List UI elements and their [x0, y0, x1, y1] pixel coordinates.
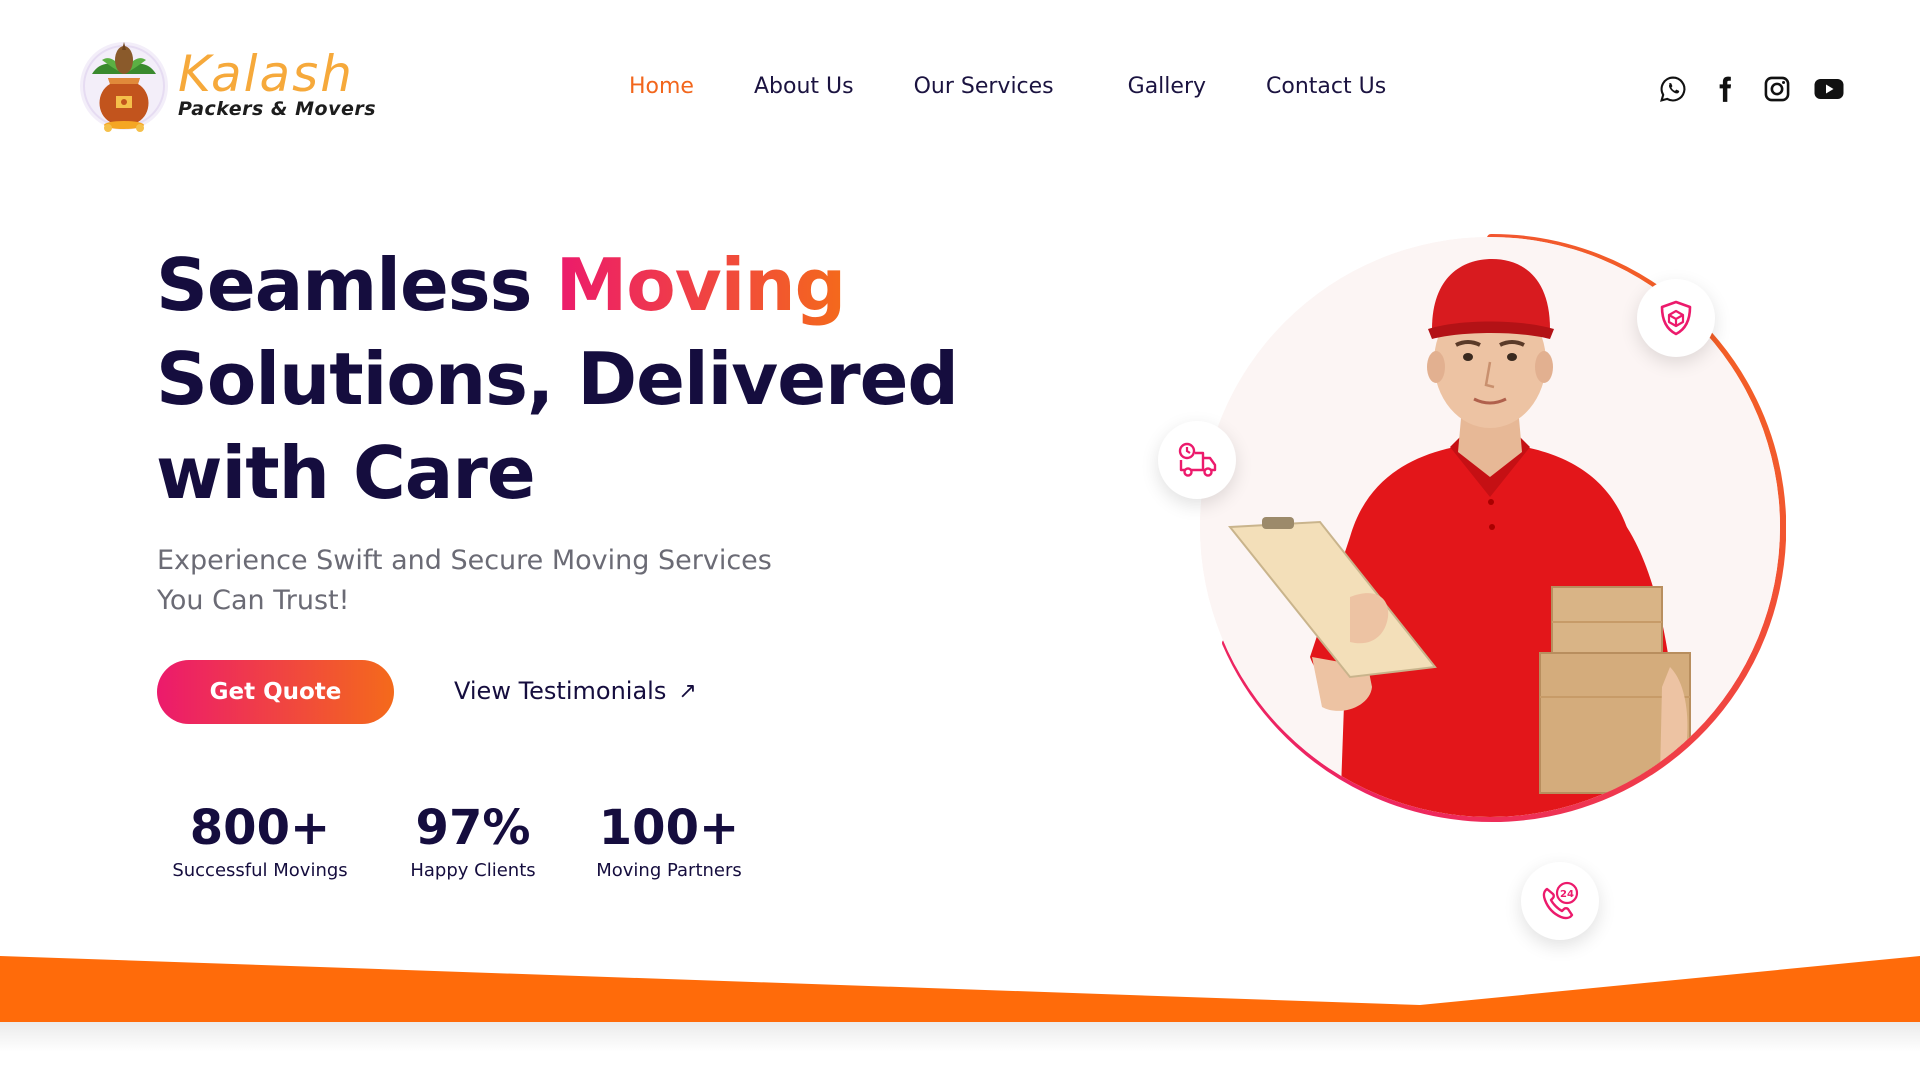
hero-subtitle-line1: Experience Swift and Secure Moving Servi…: [157, 545, 772, 576]
stat-label: Happy Clients: [410, 860, 536, 881]
nav-contact-us[interactable]: Contact Us: [1266, 74, 1386, 99]
nav-gallery[interactable]: Gallery: [1128, 74, 1206, 99]
social-links: [1658, 74, 1866, 104]
stat-label: Moving Partners: [596, 860, 742, 881]
brand-name: Kalash: [178, 45, 354, 103]
nav-our-services[interactable]: Our Services: [914, 74, 1054, 99]
hero-subtitle-line2: You Can Trust!: [157, 585, 350, 616]
stat-value: 100+: [598, 800, 740, 856]
kalash-pot-icon: [78, 30, 174, 138]
youtube-icon[interactable]: [1814, 74, 1844, 104]
view-testimonials-link[interactable]: View Testimonials ↗: [454, 677, 697, 705]
hero-title-highlight: Moving: [555, 243, 847, 327]
svg-text:24: 24: [1560, 889, 1574, 900]
nav-about-us[interactable]: About Us: [754, 74, 854, 99]
shield-box-icon: [1637, 279, 1715, 357]
view-testimonials-label: View Testimonials: [454, 677, 667, 705]
stat-moving-partners: 100+ Moving Partners: [579, 796, 759, 881]
hero-title-part1: Seamless: [156, 243, 556, 327]
support-24-icon: 24: [1521, 862, 1599, 940]
delivery-truck-icon: [1158, 421, 1236, 499]
arrow-up-right-icon: ↗: [678, 678, 697, 704]
instagram-icon[interactable]: [1762, 74, 1792, 104]
get-quote-button[interactable]: Get Quote: [157, 660, 394, 724]
hero-title-line2: Solutions, Delivered: [156, 337, 959, 421]
brand-logo[interactable]: Kalash Packers & Movers: [78, 30, 376, 138]
hero-title: Seamless Moving Solutions, Delivered wit…: [156, 238, 959, 520]
site-header: Kalash Packers & Movers Home About Us Ou…: [0, 0, 1920, 180]
main-nav: Home About Us Our Services Gallery Conta…: [629, 74, 1446, 99]
hero-subtitle: Experience Swift and Secure Moving Servi…: [157, 541, 837, 621]
nav-home[interactable]: Home: [629, 74, 694, 99]
facebook-icon[interactable]: [1710, 74, 1740, 104]
hero-title-line3: with Care: [156, 431, 536, 515]
stat-successful-movings: 800+ Successful Movings: [160, 796, 360, 881]
bottom-wave-divider: [0, 956, 1920, 1052]
stat-label: Successful Movings: [172, 860, 348, 881]
stat-happy-clients: 97% Happy Clients: [393, 796, 553, 881]
whatsapp-icon[interactable]: [1658, 74, 1688, 104]
brand-tagline: Packers & Movers: [178, 98, 377, 120]
stat-value: 800+: [189, 800, 331, 856]
stat-value: 97%: [415, 800, 531, 856]
hero-image-wrap: 24: [1158, 233, 1786, 940]
